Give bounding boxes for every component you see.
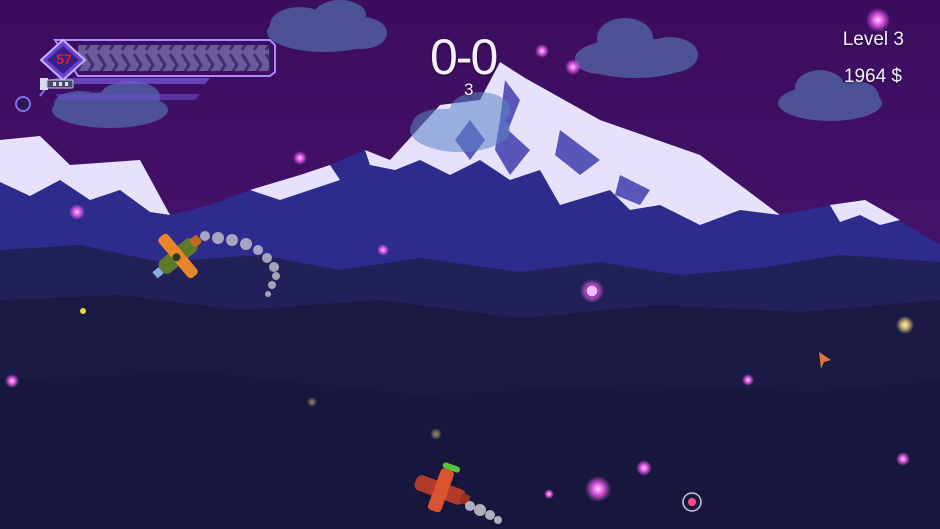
- health-value: 57: [56, 51, 72, 67]
- level-label: Level 3: [842, 29, 904, 50]
- money-label: 1964 $: [843, 66, 902, 87]
- score-display: 0-0: [430, 29, 498, 85]
- health-bar-fill: [78, 45, 270, 71]
- pink-orb: [580, 279, 604, 303]
- score-subscript: 3: [464, 80, 474, 99]
- gun-icon: [40, 78, 74, 90]
- game-screen[interactable]: 57 0-0 3 Level 3 1964 $: [0, 0, 940, 529]
